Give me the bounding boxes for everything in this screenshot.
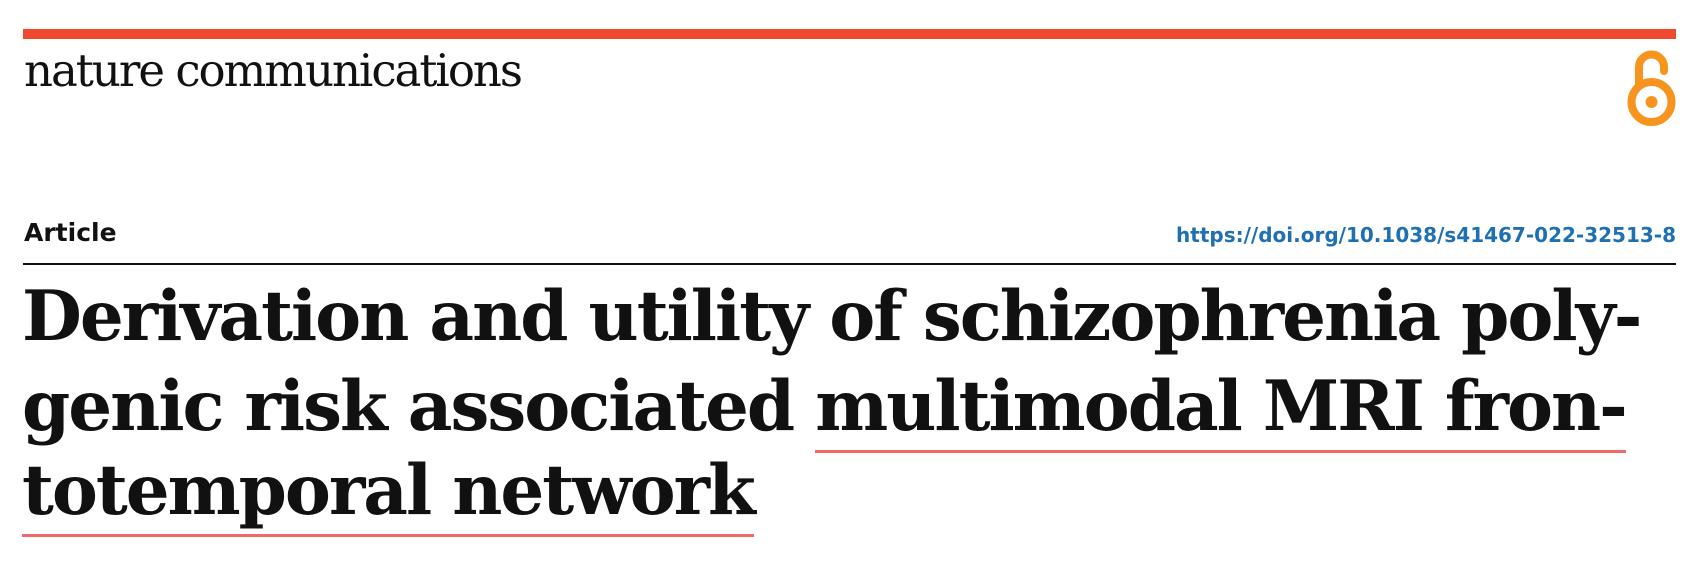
header-divider (23, 263, 1676, 265)
title-highlighted-phrase[interactable]: totemporal network (22, 450, 756, 537)
title-text: genic risk associated (22, 366, 816, 447)
article-title-line-1: Derivation and utility of schizophrenia … (22, 282, 1642, 351)
open-access-lock-icon (1627, 50, 1676, 126)
title-highlighted-phrase[interactable]: multimodal MRI fron- (815, 366, 1628, 453)
article-title-line-3: totemporal network (22, 450, 756, 537)
journal-name: nature communications (24, 44, 523, 97)
title-text: Derivation and utility of schizophrenia … (22, 276, 1642, 357)
article-title-line-2: genic risk associated multimodal MRI fro… (22, 366, 1628, 453)
article-type-label: Article (24, 218, 117, 247)
doi-link[interactable]: https://doi.org/10.1038/s41467-022-32513… (1176, 223, 1676, 247)
brand-bar (23, 29, 1676, 39)
